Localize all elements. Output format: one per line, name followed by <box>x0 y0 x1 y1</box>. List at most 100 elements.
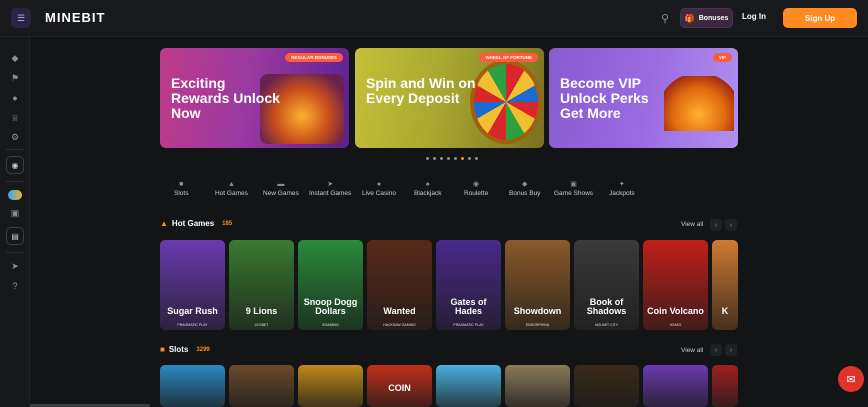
game-title: Gates of Hades <box>450 297 487 316</box>
game-title: Showdown <box>513 306 562 316</box>
game-card[interactable] <box>712 365 738 407</box>
sidebar-divider <box>6 252 24 253</box>
login-button[interactable]: Log In <box>742 12 766 21</box>
game-provider: PRAGMATIC PLAY <box>177 323 208 327</box>
hot-games-view-all[interactable]: View all <box>681 221 703 228</box>
sidebar-divider <box>6 181 24 182</box>
category-bar: ■ Slots ▲ Hot Games ▬ New Games ➤ Instant Ga… <box>160 180 738 204</box>
tv-icon: ▣ <box>570 181 577 188</box>
share-icon[interactable]: ➤ <box>8 259 22 273</box>
gift-icon: 🎁 <box>684 13 695 23</box>
banner-badge: REGULAR BONUSES <box>285 53 343 62</box>
diamond-icon[interactable]: ◆ <box>8 51 22 65</box>
document-icon[interactable]: ▤ <box>6 227 24 245</box>
wheel-image <box>470 60 542 144</box>
banner-title: Exciting Rewards Unlock Now <box>171 75 280 121</box>
bonuses-button[interactable]: 🎁 Bonuses <box>680 8 733 28</box>
game-title: Snoop Dogg Dollars <box>303 297 358 316</box>
fire-icon: ▲ <box>160 219 168 228</box>
game-card[interactable]: K <box>712 240 738 330</box>
gear-icon[interactable]: ⚙ <box>8 130 22 144</box>
category-new-games[interactable]: ▬ New Games <box>263 180 299 197</box>
carousel-dot[interactable] <box>461 157 464 160</box>
flag-icon[interactable]: ⚑ <box>8 71 22 85</box>
game-card[interactable]: 9 Lions LEOBET <box>229 240 294 330</box>
slots-heading: ■ Slots 3299 <box>160 345 210 354</box>
carousel-dot[interactable] <box>440 157 443 160</box>
chevron-right-icon[interactable]: › <box>725 219 737 231</box>
carousel-dot[interactable] <box>426 157 429 160</box>
game-card[interactable]: Snoop Dogg Dollars BGAMING <box>298 240 363 330</box>
headset-icon[interactable]: ◉ <box>6 156 24 174</box>
game-title: K <box>721 306 729 316</box>
game-title: Book of Shadows <box>586 297 627 316</box>
game-provider: NOLIMIT CITY <box>594 323 619 327</box>
game-card[interactable]: COIN <box>367 365 432 407</box>
crown-icon[interactable]: ♕ <box>8 111 22 125</box>
game-card[interactable] <box>298 365 363 407</box>
game-title: Sugar Rush <box>167 306 218 316</box>
top-bar: ☰ MINEBIT ⚲ 🎁 Bonuses Log In Sign Up <box>0 0 868 37</box>
carousel-dot[interactable] <box>454 157 457 160</box>
banner-vip[interactable]: VIP Become VIP Unlock Perks Get More <box>549 48 738 148</box>
game-provider: ENDORPHINA <box>525 323 550 327</box>
rocket-icon: ➤ <box>327 181 334 188</box>
chevron-left-icon[interactable]: ‹ <box>710 344 722 356</box>
game-card[interactable] <box>229 365 294 407</box>
game-card[interactable] <box>436 365 501 407</box>
carousel-dot[interactable] <box>433 157 436 160</box>
tag-icon: ◆ <box>522 181 528 188</box>
banner-title: Spin and Win on Every Deposit <box>366 75 476 106</box>
game-title: COIN <box>388 383 411 393</box>
game-title: Wanted <box>383 306 416 316</box>
signup-button[interactable]: Sign Up <box>783 8 857 28</box>
carousel-dots <box>426 157 478 160</box>
currency-toggle-icon[interactable] <box>8 190 22 200</box>
crown-image <box>664 76 734 131</box>
carousel-dot[interactable] <box>475 157 478 160</box>
collapse-menu-icon[interactable]: ☰ <box>11 8 31 28</box>
chevron-left-icon[interactable]: ‹ <box>710 219 722 231</box>
fire-icon: ▲ <box>227 181 235 188</box>
category-blackjack[interactable]: ♠ Blackjack <box>414 180 441 197</box>
chat-bubble-icon[interactable]: ✉ <box>838 366 864 392</box>
help-icon[interactable]: ? <box>8 279 22 293</box>
wallet-icon[interactable]: ▣ <box>8 206 22 220</box>
game-provider: PRAGMATIC PLAY <box>453 323 484 327</box>
logo[interactable]: MINEBIT <box>45 10 105 25</box>
game-card[interactable] <box>505 365 570 407</box>
carousel-dot[interactable] <box>447 157 450 160</box>
carousel-dot[interactable] <box>468 157 471 160</box>
category-instant-games[interactable]: ➤ Instant Games <box>309 180 351 197</box>
category-jackpots[interactable]: ✦ Jackpots <box>609 180 635 197</box>
banner-badge: WHEEL OF FORTUNE <box>479 53 538 62</box>
game-card[interactable]: Showdown ENDORPHINA <box>505 240 570 330</box>
category-bonus-buy[interactable]: ◆ Bonus Buy <box>509 180 540 197</box>
bonuses-label: Bonuses <box>698 14 729 22</box>
category-hot-games[interactable]: ▲ Hot Games <box>215 180 248 197</box>
sidebar: ◆ ⚑ ● ♕ ⚙ ◉ ▣ ▤ ➤ ? <box>0 37 30 407</box>
game-card[interactable] <box>160 365 225 407</box>
game-card[interactable] <box>643 365 708 407</box>
trophy-icon[interactable]: ● <box>8 91 22 105</box>
game-provider: LEOBET <box>254 323 269 327</box>
category-roulette[interactable]: ◉ Roulette <box>464 180 488 197</box>
category-slots[interactable]: ■ Slots <box>174 180 188 197</box>
game-title: 9 Lions <box>245 306 278 316</box>
game-card[interactable]: Gates of Hades PRAGMATIC PLAY <box>436 240 501 330</box>
chevron-right-icon[interactable]: › <box>725 344 737 356</box>
game-card[interactable]: Coin Volcano 3OAKS <box>643 240 708 330</box>
game-card[interactable] <box>574 365 639 407</box>
dealer-icon: ● <box>376 181 382 188</box>
banner-wheel-of-fortune[interactable]: WHEEL OF FORTUNE Spin and Win on Every D… <box>355 48 544 148</box>
slots-icon: ■ <box>179 181 184 188</box>
slots-view-all[interactable]: View all <box>681 347 703 354</box>
search-icon[interactable]: ⚲ <box>656 9 674 27</box>
game-card[interactable]: Sugar Rush PRAGMATIC PLAY <box>160 240 225 330</box>
category-live-casino[interactable]: ● Live Casino <box>362 180 396 197</box>
game-card[interactable]: Book of Shadows NOLIMIT CITY <box>574 240 639 330</box>
game-card[interactable]: Wanted HACKSAW GAMING <box>367 240 432 330</box>
category-game-shows[interactable]: ▣ Game Shows <box>554 180 593 197</box>
cards-icon: ♠ <box>425 181 430 188</box>
banner-regular-bonuses[interactable]: REGULAR BONUSES Exciting Rewards Unlock … <box>160 48 349 148</box>
